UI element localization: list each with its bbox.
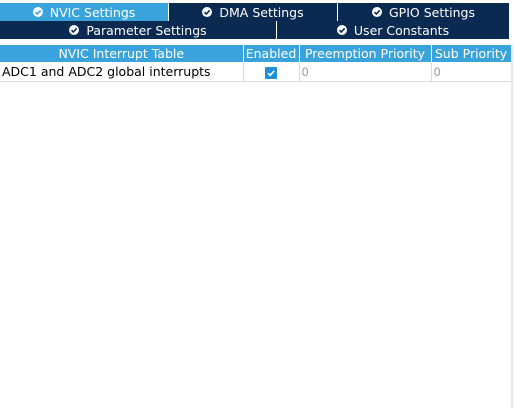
check-circle-icon [372,7,382,17]
tab-bar-row-1: NVIC Settings DMA Settings GPIO Settings [0,3,510,21]
tab-nvic-settings[interactable]: NVIC Settings [0,3,169,21]
tab-label: Parameter Settings [86,22,207,38]
sub-priority-cell[interactable]: 0 [431,62,512,82]
tab-label: GPIO Settings [389,4,475,20]
table-row[interactable]: ADC1 and ADC2 global interrupts 0 0 [0,62,512,82]
enabled-checkbox[interactable] [265,66,277,79]
check-circle-icon [32,7,43,17]
panel-border [511,45,513,408]
tab-dma-settings[interactable]: DMA Settings [169,3,338,21]
tab-gpio-settings[interactable]: GPIO Settings [338,3,510,21]
column-header-preemption-priority[interactable]: Preemption Priority [299,45,432,62]
enabled-cell [243,62,300,82]
check-circle-icon [336,25,347,35]
table-header-row: NVIC Interrupt Table Enabled Preemption … [0,45,512,62]
tab-bar-row-2: Parameter Settings User Constants [0,21,510,39]
preemption-priority-cell[interactable]: 0 [299,62,432,82]
check-circle-icon [69,25,80,35]
interrupt-name-cell: ADC1 and ADC2 global interrupts [0,62,244,82]
tab-parameter-settings[interactable]: Parameter Settings [0,21,277,39]
tab-label: User Constants [353,22,450,38]
check-circle-icon [202,7,213,17]
column-header-enabled[interactable]: Enabled [243,45,300,62]
nvic-interrupt-table: NVIC Interrupt Table Enabled Preemption … [0,45,512,82]
tab-user-constants[interactable]: User Constants [277,21,510,39]
column-header-sub-priority[interactable]: Sub Priority [431,45,512,62]
tab-label: NVIC Settings [49,4,136,20]
column-header-interrupt[interactable]: NVIC Interrupt Table [0,45,244,62]
tab-label: DMA Settings [219,4,304,20]
